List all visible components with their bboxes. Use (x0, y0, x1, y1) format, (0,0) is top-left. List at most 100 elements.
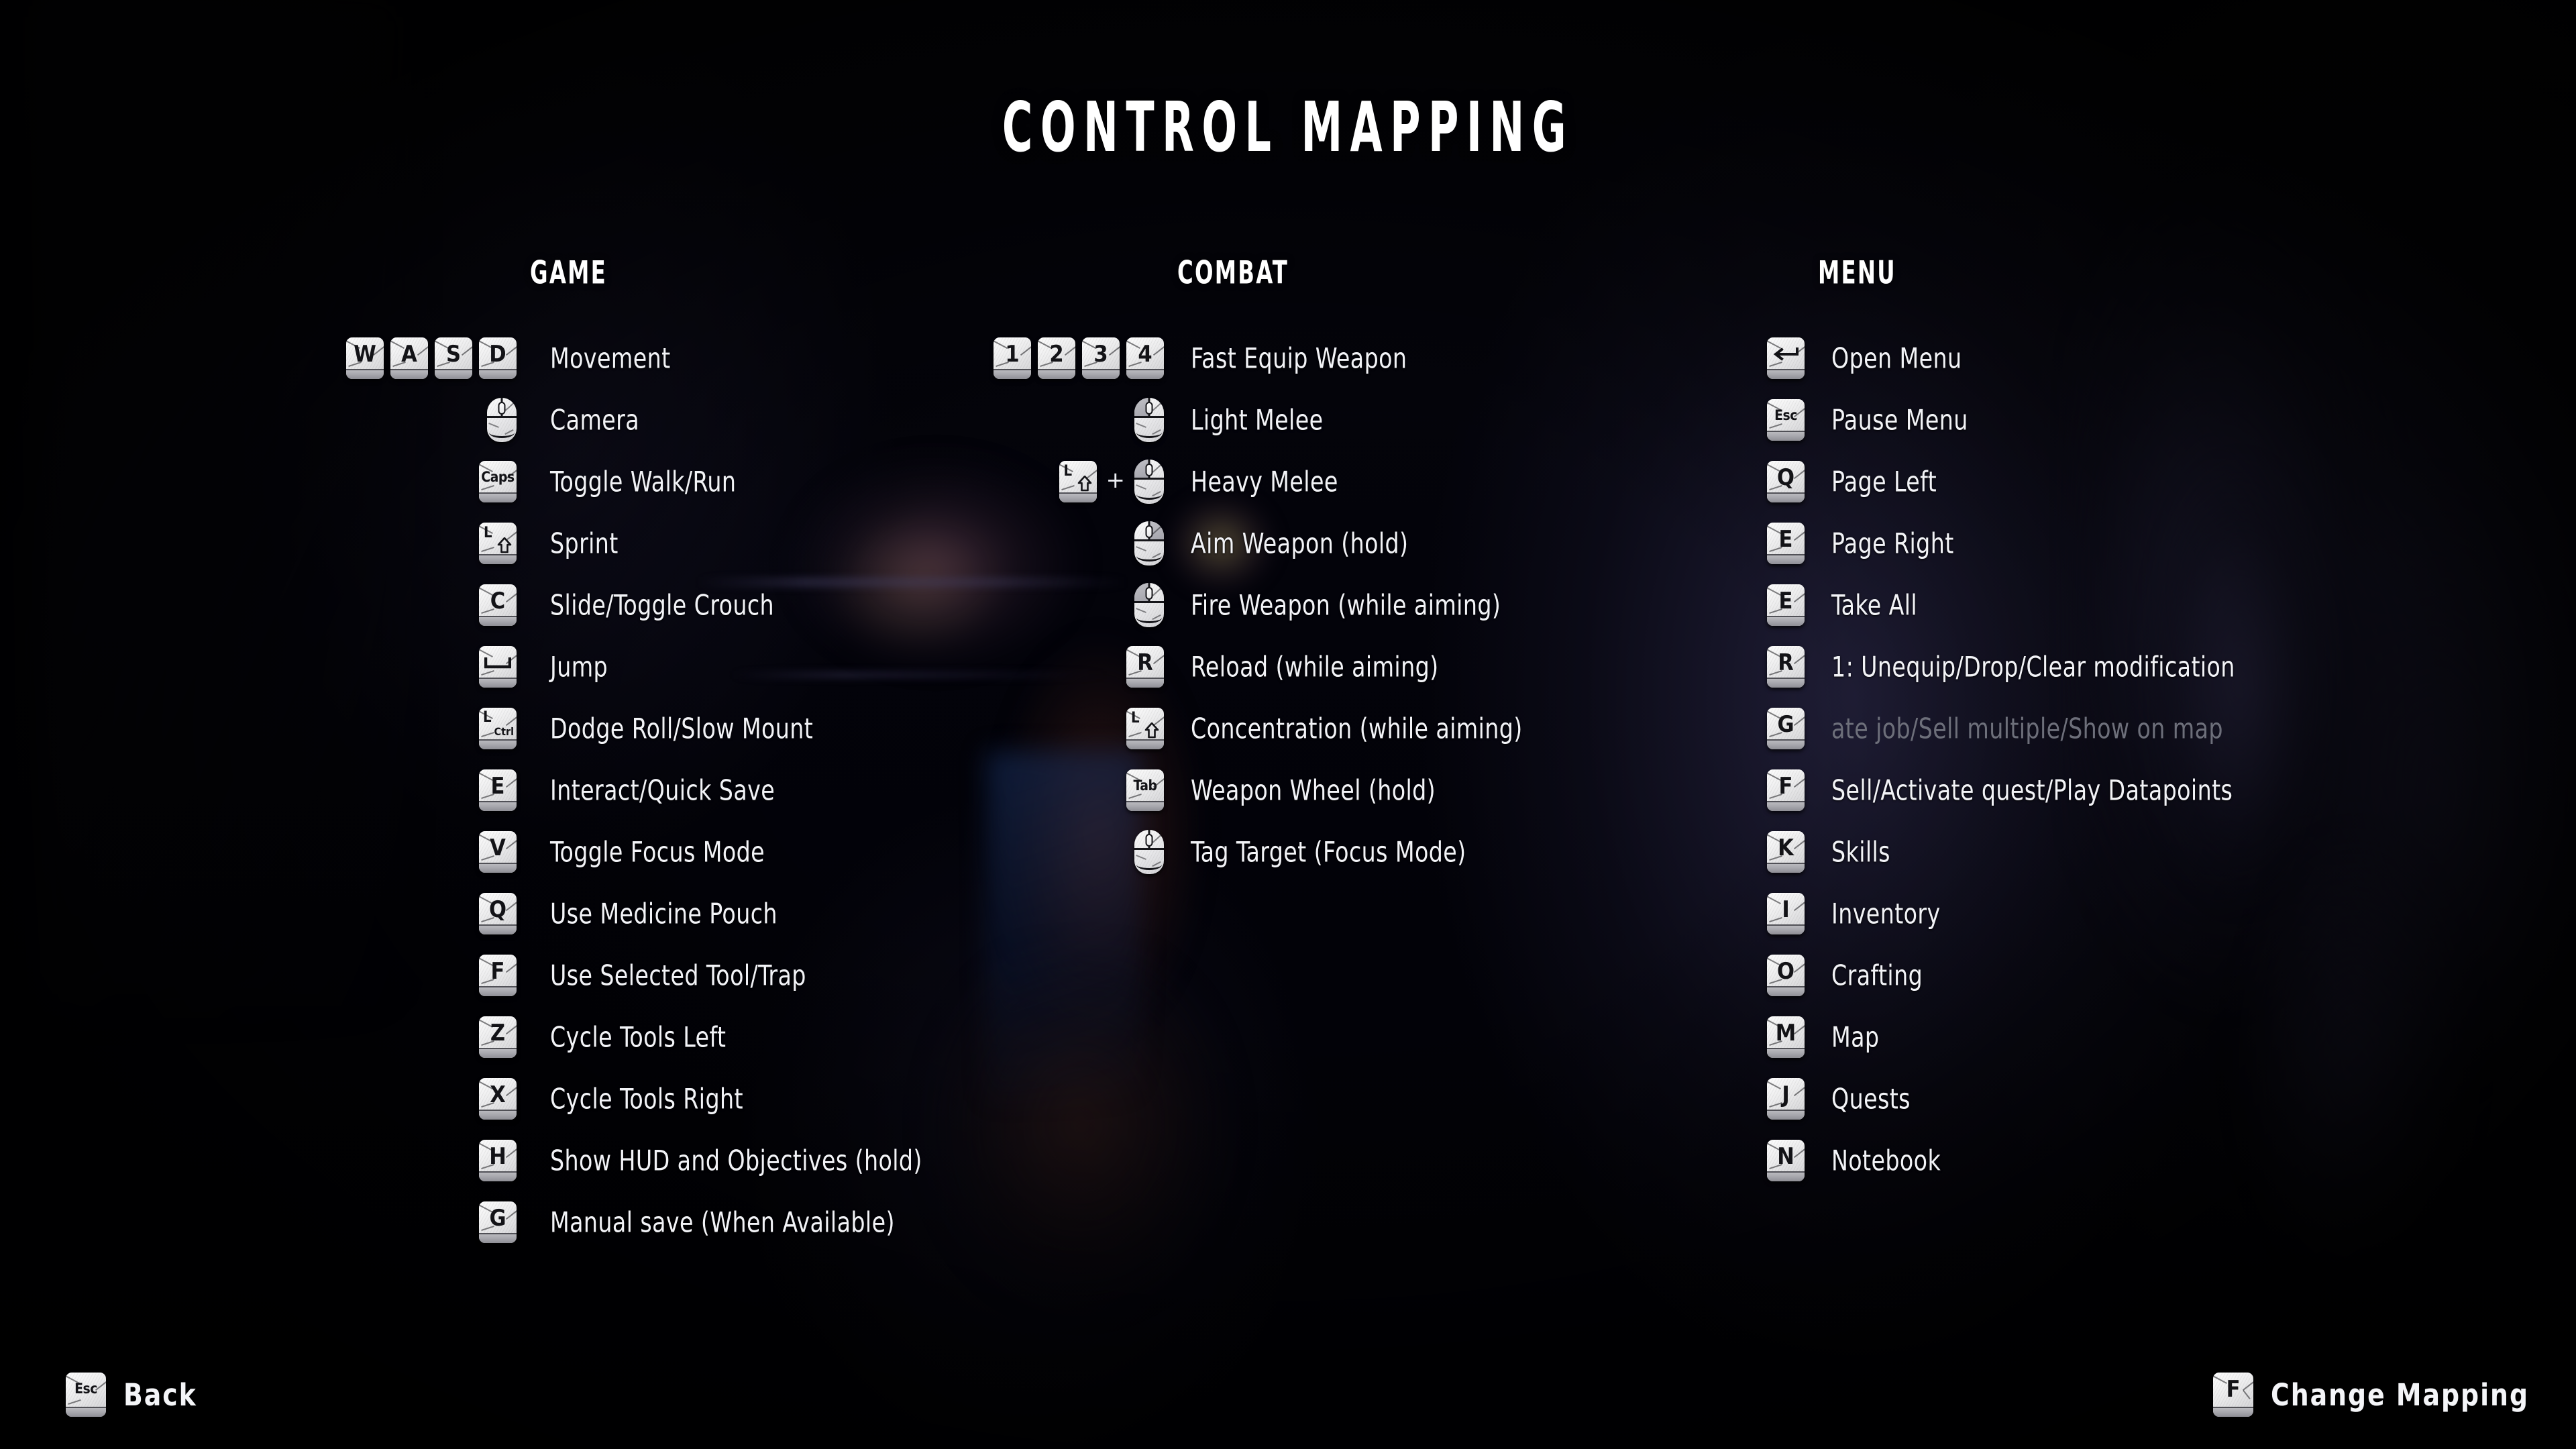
binding-action-label: Skills (1831, 835, 1890, 869)
binding-row[interactable]: O Crafting (1664, 945, 2573, 1006)
binding-row[interactable]: V Toggle Focus Mode (288, 821, 1013, 883)
binding-keys: E (1664, 584, 1805, 626)
binding-keys (1664, 337, 1805, 379)
e-key-icon: E (479, 769, 517, 811)
m-key-icon: M (1767, 1016, 1805, 1058)
scroll-wheel-icon (498, 402, 506, 415)
binding-action-label: Sell/Activate quest/Play Datapoints (1831, 773, 2233, 807)
binding-row[interactable]: E Page Right (1664, 513, 2573, 574)
binding-row[interactable]: Light Melee (1023, 389, 1680, 451)
binding-row[interactable]: Gate job/Sell multiple/Show on map (1664, 698, 2573, 759)
binding-row[interactable]: X Cycle Tools Right (288, 1068, 1013, 1130)
left-shift-key-icon: L (1059, 461, 1097, 502)
binding-row[interactable]: L Sprint (288, 513, 1013, 574)
binding-row[interactable]: Z Cycle Tools Left (288, 1006, 1013, 1068)
caps-key-icon: Caps (479, 461, 517, 502)
4-key-icon: 4 (1126, 337, 1164, 379)
o-key-icon: O (1767, 955, 1805, 996)
binding-row[interactable]: F Use Selected Tool/Trap (288, 945, 1013, 1006)
binding-action-label: Manual save (When Available) (550, 1205, 895, 1239)
binding-row[interactable]: L Concentration (while aiming) (1023, 698, 1680, 759)
binding-row[interactable]: Jump (288, 636, 1013, 698)
binding-row[interactable]: E Interact/Quick Save (288, 759, 1013, 821)
tab-key-icon: Tab (1126, 769, 1164, 811)
back-button[interactable]: Esc Back (66, 1373, 197, 1417)
binding-action-label: Take All (1831, 588, 1918, 622)
binding-row[interactable]: R 1: Unequip/Drop/Clear modification (1664, 636, 2573, 698)
shift-arrow-icon (1144, 722, 1159, 739)
binding-row[interactable]: C Slide/Toggle Crouch (288, 574, 1013, 636)
binding-row[interactable]: Q Page Left (1664, 451, 2573, 513)
binding-action-label: Pause Menu (1831, 403, 1968, 437)
binding-action-label: Jump (550, 650, 608, 684)
f-key-label: F (2226, 1375, 2241, 1403)
e-key-icon: E (1767, 523, 1805, 564)
binding-row[interactable]: W A S D Movement (288, 327, 1013, 389)
binding-row[interactable]: L + Heavy Melee (1023, 451, 1680, 513)
change-mapping-button[interactable]: F Change Mapping (2213, 1373, 2529, 1417)
2-key-icon: 2 (1038, 337, 1075, 379)
binding-row[interactable]: Caps Toggle Walk/Run (288, 451, 1013, 513)
binding-row[interactable]: J Quests (1664, 1068, 2573, 1130)
f-key-icon: F (2213, 1373, 2254, 1417)
binding-keys: WASD (288, 337, 517, 379)
x-key-icon: X (479, 1078, 517, 1120)
binding-action-label: Heavy Melee (1191, 465, 1338, 498)
h-key-icon: H (479, 1140, 517, 1181)
column-combat: COMBAT 1 2 3 4 Fast Equip Weapon Light Melee L +… (994, 255, 1680, 883)
binding-row[interactable]: R Reload (while aiming) (1023, 636, 1680, 698)
binding-keys: R (1023, 646, 1164, 688)
binding-keys: Z (288, 1016, 517, 1058)
binding-row[interactable]: Fire Weapon (while aiming) (1023, 574, 1680, 636)
binding-row[interactable]: G Manual save (When Available) (288, 1191, 1013, 1253)
shift-arrow-icon (1077, 476, 1091, 492)
binding-row[interactable]: L Ctrl Dodge Roll/Slow Mount (288, 698, 1013, 759)
binding-row[interactable]: E Take All (1664, 574, 2573, 636)
r-key-icon: R (1767, 646, 1805, 688)
binding-row[interactable]: F Sell/Activate quest/Play Datapoints (1664, 759, 2573, 821)
binding-row[interactable]: Open Menu (1664, 327, 2573, 389)
binding-action-label: Interact/Quick Save (550, 773, 775, 807)
binding-row[interactable]: Aim Weapon (hold) (1023, 513, 1680, 574)
binding-action-label: Use Selected Tool/Trap (550, 959, 806, 992)
binding-keys: L (288, 523, 517, 564)
binding-keys: 1234 (994, 337, 1164, 379)
binding-keys: E (288, 769, 517, 811)
spacebar-icon (484, 657, 511, 668)
1-key-icon: 1 (994, 337, 1031, 379)
e-key-icon: E (1767, 584, 1805, 626)
mouse-left-click (1134, 398, 1164, 442)
binding-keys (288, 398, 517, 442)
binding-row[interactable]: K Skills (1664, 821, 2573, 883)
q-key-icon: Q (1767, 461, 1805, 502)
binding-action-label: Crafting (1831, 959, 1923, 992)
binding-row[interactable]: Tag Target (Focus Mode) (1023, 821, 1680, 883)
binding-row[interactable]: 1 2 3 4 Fast Equip Weapon (994, 327, 1680, 389)
binding-row[interactable]: Camera (288, 389, 1013, 451)
binding-row[interactable]: M Map (1664, 1006, 2573, 1068)
binding-action-label: Show HUD and Objectives (hold) (550, 1144, 922, 1177)
binding-row[interactable]: Esc Pause Menu (1664, 389, 2573, 451)
binding-row[interactable]: Tab Weapon Wheel (hold) (1023, 759, 1680, 821)
binding-action-label: Use Medicine Pouch (550, 897, 777, 930)
binding-action-label: Toggle Walk/Run (550, 465, 737, 498)
column-game: GAME W A S D Movement Camera Caps Toggle Walk/Ru… (288, 255, 1013, 1253)
binding-keys: L + (1023, 460, 1164, 504)
binding-keys: Q (288, 893, 517, 934)
scroll-wheel-icon (1145, 834, 1153, 847)
esc-key-icon: Esc (66, 1373, 106, 1417)
plus-separator: + (1106, 467, 1126, 494)
binding-row[interactable]: H Show HUD and Objectives (hold) (288, 1130, 1013, 1191)
binding-row[interactable]: I Inventory (1664, 883, 2573, 945)
binding-list-menu: Open Menu Esc Pause Menu Q Page Left E Page Ri… (1664, 327, 2573, 1191)
binding-row[interactable]: N Notebook (1664, 1130, 2573, 1191)
binding-keys: E (1664, 523, 1805, 564)
binding-row[interactable]: Q Use Medicine Pouch (288, 883, 1013, 945)
left-shift-key-icon: L (479, 523, 517, 564)
binding-list-game: W A S D Movement Camera Caps Toggle Walk/Run L Sp… (288, 327, 1013, 1253)
g-key-icon: G (1767, 708, 1805, 749)
binding-keys: K (1664, 831, 1805, 873)
a-key-icon: A (390, 337, 428, 379)
binding-action-label: Inventory (1831, 897, 1941, 930)
scroll-wheel-icon (1145, 587, 1153, 600)
